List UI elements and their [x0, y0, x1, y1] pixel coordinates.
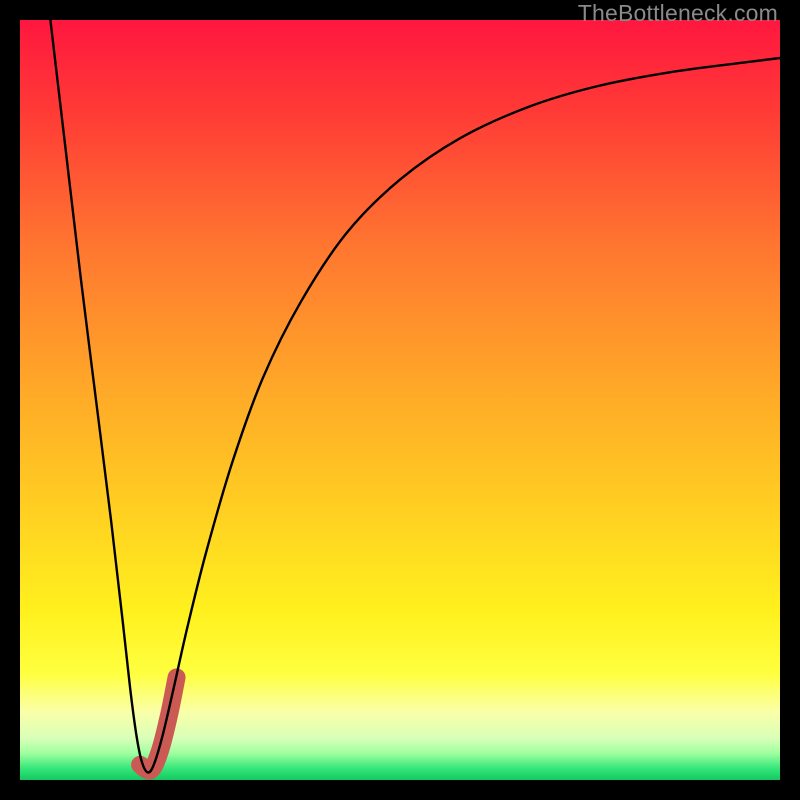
gradient-background	[20, 20, 780, 780]
bottleneck-chart	[20, 20, 780, 780]
chart-frame	[20, 20, 780, 780]
watermark-text: TheBottleneck.com	[578, 0, 778, 27]
